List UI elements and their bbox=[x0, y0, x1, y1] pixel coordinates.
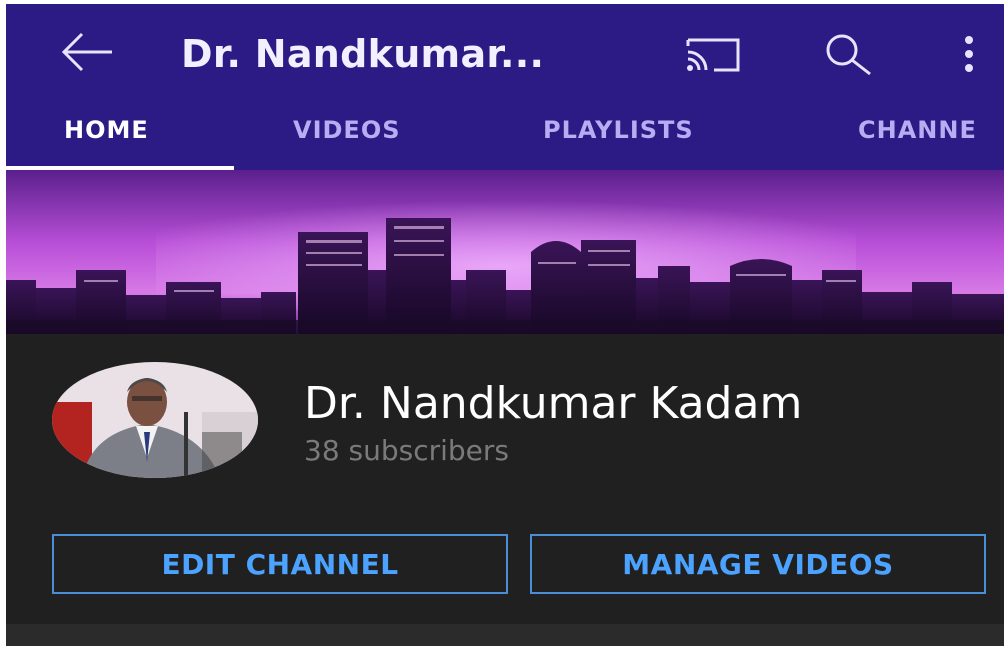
tab-playlists[interactable]: PLAYLISTS bbox=[543, 116, 694, 144]
city-skyline-banner-image bbox=[6, 170, 1004, 334]
manage-videos-button[interactable]: MANAGE VIDEOS bbox=[530, 534, 986, 594]
app-bar: Dr. Nandkumar... HOME VIDEOS PLAYLISTS C… bbox=[6, 4, 1004, 170]
content-divider bbox=[6, 624, 1004, 646]
tab-channels[interactable]: CHANNE bbox=[858, 116, 977, 144]
cast-icon bbox=[686, 38, 740, 72]
avatar[interactable] bbox=[52, 362, 258, 478]
search-button[interactable] bbox=[818, 28, 880, 80]
arrow-left-icon bbox=[61, 32, 112, 72]
cast-button[interactable] bbox=[678, 32, 744, 76]
back-button[interactable] bbox=[58, 28, 116, 76]
more-vert-icon bbox=[965, 36, 973, 72]
channel-tabs: HOME VIDEOS PLAYLISTS CHANNE bbox=[6, 104, 1004, 170]
more-options-button[interactable] bbox=[951, 28, 987, 80]
app-bar-row: Dr. Nandkumar... bbox=[6, 4, 1004, 104]
profile-photo bbox=[52, 362, 258, 478]
page-title: Dr. Nandkumar... bbox=[181, 32, 545, 76]
channel-banner bbox=[6, 170, 1004, 334]
youtube-channel-screen: Dr. Nandkumar... HOME VIDEOS PLAYLISTS C… bbox=[6, 4, 1004, 646]
tab-home[interactable]: HOME bbox=[64, 116, 149, 144]
channel-info-section: Dr. Nandkumar Kadam 38 subscribers EDIT … bbox=[6, 334, 1004, 624]
channel-name: Dr. Nandkumar Kadam bbox=[304, 378, 803, 429]
tab-videos[interactable]: VIDEOS bbox=[293, 116, 401, 144]
search-icon bbox=[826, 34, 871, 76]
subscriber-count: 38 subscribers bbox=[304, 434, 510, 467]
edit-channel-button[interactable]: EDIT CHANNEL bbox=[52, 534, 508, 594]
